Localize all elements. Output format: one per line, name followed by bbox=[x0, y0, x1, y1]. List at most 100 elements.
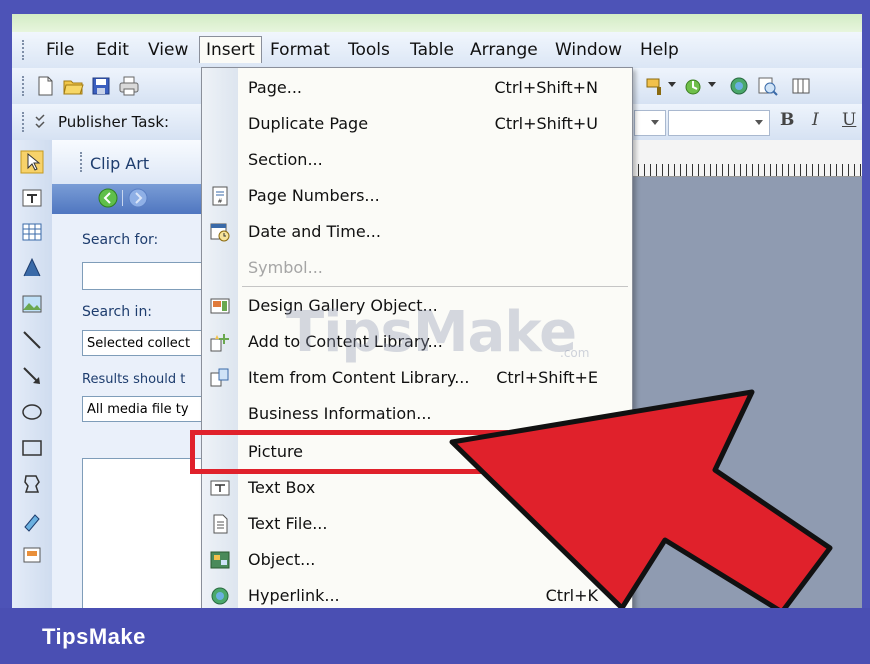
design-gallery-icon bbox=[210, 298, 230, 314]
toolbar-grip bbox=[22, 112, 27, 132]
pane-grip bbox=[80, 152, 85, 172]
menu-item-date-time[interactable]: Date and Time... bbox=[202, 214, 632, 250]
menu-arrange[interactable]: Arrange bbox=[464, 37, 544, 63]
forward-icon[interactable] bbox=[128, 188, 148, 208]
menu-item-label: Hyperlink... bbox=[248, 586, 340, 605]
back-icon[interactable] bbox=[98, 188, 118, 208]
menu-item-duplicate-page[interactable]: Duplicate Page Ctrl+Shift+U bbox=[202, 106, 632, 142]
save-icon[interactable] bbox=[90, 75, 112, 97]
results-should-be-label: Results should t bbox=[82, 372, 186, 387]
text-box-tool-icon[interactable] bbox=[20, 186, 44, 210]
menu-window[interactable]: Window bbox=[549, 37, 628, 63]
undo-icon[interactable] bbox=[682, 75, 704, 97]
menu-item-shortcut: Ctrl+K bbox=[545, 586, 598, 605]
oval-tool-icon[interactable] bbox=[20, 400, 44, 424]
print-icon[interactable] bbox=[118, 75, 140, 97]
menu-item-label: Text Box bbox=[248, 478, 316, 497]
menu-edit[interactable]: Edit bbox=[90, 37, 135, 63]
underline-icon[interactable]: U bbox=[842, 110, 856, 130]
columns-icon[interactable] bbox=[790, 75, 812, 97]
italic-icon[interactable]: I bbox=[812, 110, 819, 130]
font-dropdown[interactable] bbox=[634, 110, 666, 136]
menu-view[interactable]: View bbox=[142, 37, 194, 63]
bold-icon[interactable]: B bbox=[780, 110, 794, 130]
menu-item-label: Page Numbers... bbox=[248, 186, 380, 205]
menu-item-label: Text File... bbox=[248, 514, 328, 533]
menu-item-page[interactable]: Page... Ctrl+Shift+N bbox=[202, 70, 632, 106]
menu-item-section[interactable]: Section... bbox=[202, 142, 632, 178]
picture-highlight-box bbox=[190, 430, 508, 474]
more-tools-icon[interactable] bbox=[20, 544, 44, 568]
search-for-label: Search for: bbox=[82, 232, 159, 248]
search-in-label: Search in: bbox=[82, 304, 153, 320]
picture-tool-icon[interactable] bbox=[20, 292, 44, 316]
table-tool-icon[interactable] bbox=[20, 220, 44, 244]
objects-toolbar bbox=[12, 140, 53, 608]
format-painter-icon[interactable] bbox=[644, 75, 666, 97]
hyperlink-icon bbox=[211, 587, 229, 605]
menu-item-label: Page... bbox=[248, 78, 302, 97]
menu-tools[interactable]: Tools bbox=[342, 37, 396, 63]
date-time-icon bbox=[210, 223, 230, 242]
task-pane-title: Clip Art bbox=[90, 154, 150, 173]
document-canvas[interactable] bbox=[632, 140, 862, 608]
menu-format[interactable]: Format bbox=[264, 37, 336, 63]
page-numbers-icon: # bbox=[212, 186, 228, 206]
publisher-tasks-label[interactable]: Publisher Task: bbox=[58, 113, 169, 131]
autoshapes-tool-icon[interactable] bbox=[20, 472, 44, 496]
menu-item-text-file[interactable]: Text File... bbox=[202, 506, 632, 542]
chevron-down-icon bbox=[755, 120, 763, 125]
menu-separator bbox=[242, 286, 628, 287]
text-box-icon bbox=[210, 480, 230, 496]
content-library-item-icon bbox=[210, 368, 229, 387]
chevron-down-icon[interactable] bbox=[708, 82, 716, 87]
menu-item-label: Section... bbox=[248, 150, 323, 169]
insert-hyperlink-icon[interactable] bbox=[728, 75, 750, 97]
rectangle-tool-icon[interactable] bbox=[20, 436, 44, 460]
menu-table[interactable]: Table bbox=[404, 37, 460, 63]
chevron-down-icon bbox=[651, 120, 659, 125]
menu-item-label: Duplicate Page bbox=[248, 114, 369, 133]
text-file-icon bbox=[213, 514, 228, 534]
menu-item-text-box[interactable]: Text Box bbox=[202, 470, 632, 506]
menu-bar: File Edit View Insert Format Tools Table… bbox=[12, 32, 862, 68]
zoom-icon[interactable] bbox=[756, 75, 778, 97]
menu-insert[interactable]: Insert bbox=[199, 36, 262, 63]
menu-item-label: Date and Time... bbox=[248, 222, 381, 241]
menu-item-symbol: Symbol... bbox=[202, 250, 632, 286]
menu-item-shortcut: Ctrl+Shift+E bbox=[496, 368, 598, 387]
new-document-icon[interactable] bbox=[34, 75, 56, 97]
menu-item-object[interactable]: Object... bbox=[202, 542, 632, 578]
object-icon bbox=[210, 551, 230, 569]
publisher-tasks-icon[interactable] bbox=[34, 113, 52, 131]
open-folder-icon[interactable] bbox=[62, 75, 84, 97]
menu-item-business-information[interactable]: Business Information... bbox=[202, 396, 632, 432]
menu-item-label: Business Information... bbox=[248, 404, 432, 423]
line-tool-icon[interactable] bbox=[20, 328, 44, 352]
menu-item-hyperlink[interactable]: Hyperlink... Ctrl+K bbox=[202, 578, 632, 608]
menu-item-shortcut: Ctrl+Shift+U bbox=[494, 114, 598, 133]
nav-divider bbox=[122, 190, 123, 206]
menu-item-label: Symbol... bbox=[248, 258, 323, 277]
watermark-suffix: .com bbox=[560, 346, 590, 360]
menu-help[interactable]: Help bbox=[634, 37, 685, 63]
menu-item-content-library-item[interactable]: Item from Content Library... Ctrl+Shift+… bbox=[202, 360, 632, 396]
menu-item-page-numbers[interactable]: # Page Numbers... bbox=[202, 178, 632, 214]
design-gallery-tool-icon[interactable] bbox=[20, 508, 44, 532]
menu-item-label: Item from Content Library... bbox=[248, 368, 470, 387]
font-size-dropdown[interactable] bbox=[668, 110, 770, 136]
horizontal-ruler bbox=[632, 140, 862, 177]
toolbar-grip bbox=[22, 76, 27, 96]
menu-item-shortcut: Ctrl+Shift+N bbox=[494, 78, 598, 97]
menubar-grip bbox=[22, 40, 27, 60]
arrow-tool-icon[interactable] bbox=[20, 364, 44, 388]
svg-text:#: # bbox=[217, 198, 222, 205]
footer-brand: TipsMake bbox=[42, 624, 146, 649]
wordart-tool-icon[interactable] bbox=[20, 256, 44, 280]
select-pointer-icon[interactable] bbox=[20, 150, 44, 174]
menu-file[interactable]: File bbox=[40, 37, 80, 63]
ruler-ticks bbox=[632, 164, 862, 176]
top-strip bbox=[12, 14, 862, 32]
add-content-library-icon bbox=[210, 334, 229, 352]
chevron-down-icon[interactable] bbox=[668, 82, 676, 87]
